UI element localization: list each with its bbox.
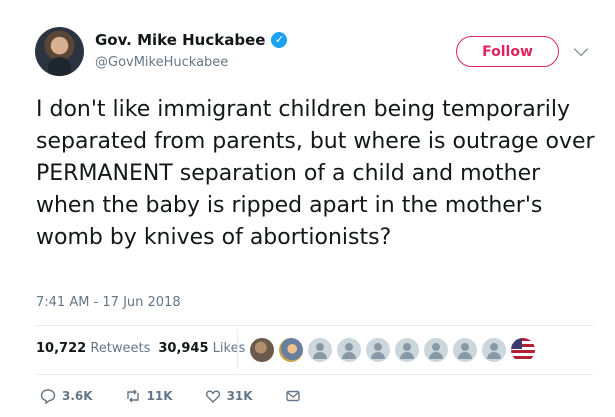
tweet-timestamp[interactable]: 7:41 AM - 17 Jun 2018 — [36, 295, 181, 310]
tweet-stats: 10,722 Retweets 30,945 Likes — [36, 341, 245, 356]
liker-avatar[interactable] — [482, 338, 506, 362]
reply-count: 3.6K — [62, 389, 93, 403]
liker-avatars — [250, 338, 535, 362]
like-action[interactable]: 31K — [205, 388, 253, 404]
divider — [36, 325, 593, 326]
like-count: 31K — [226, 389, 253, 403]
retweet-icon — [126, 389, 139, 403]
heart-icon — [205, 390, 220, 403]
author-handle[interactable]: @GovMikeHuckabee — [95, 55, 228, 70]
liker-avatar[interactable] — [395, 338, 419, 362]
likes-label: Likes — [212, 341, 246, 356]
verified-badge-icon: ✓ — [271, 32, 288, 48]
likes-stat[interactable]: 30,945 Likes — [158, 341, 245, 356]
retweets-label: Retweets — [90, 341, 151, 356]
tweet-actions: 3.6K 11K 31K — [40, 388, 333, 404]
liker-avatar[interactable] — [366, 338, 390, 362]
retweets-stat[interactable]: 10,722 Retweets — [36, 341, 150, 356]
envelope-icon — [285, 390, 300, 402]
message-action[interactable] — [285, 388, 301, 404]
tweet-text: I don't like immigrant children being te… — [36, 97, 595, 250]
liker-avatar[interactable] — [279, 338, 303, 362]
chevron-down-icon[interactable] — [573, 41, 589, 57]
liker-avatar[interactable] — [337, 338, 361, 362]
liker-avatar[interactable] — [453, 338, 477, 362]
retweet-count: 11K — [146, 389, 173, 403]
author-avatar[interactable] — [35, 27, 84, 76]
liker-avatar[interactable] — [250, 338, 274, 362]
liker-avatar[interactable] — [424, 338, 448, 362]
reply-action[interactable]: 3.6K — [40, 388, 93, 404]
retweets-count: 10,722 — [36, 341, 87, 356]
retweet-action[interactable]: 11K — [125, 388, 173, 404]
liker-avatar[interactable] — [511, 338, 535, 362]
reply-icon — [40, 389, 56, 404]
stats-separator — [237, 331, 238, 369]
liker-avatar[interactable] — [308, 338, 332, 362]
author-display-name[interactable]: Gov. Mike Huckabee — [95, 31, 265, 49]
likes-count: 30,945 — [158, 341, 209, 356]
follow-button[interactable]: Follow — [456, 36, 559, 67]
author-name-row: Gov. Mike Huckabee ✓ — [95, 31, 288, 49]
divider — [36, 374, 593, 375]
